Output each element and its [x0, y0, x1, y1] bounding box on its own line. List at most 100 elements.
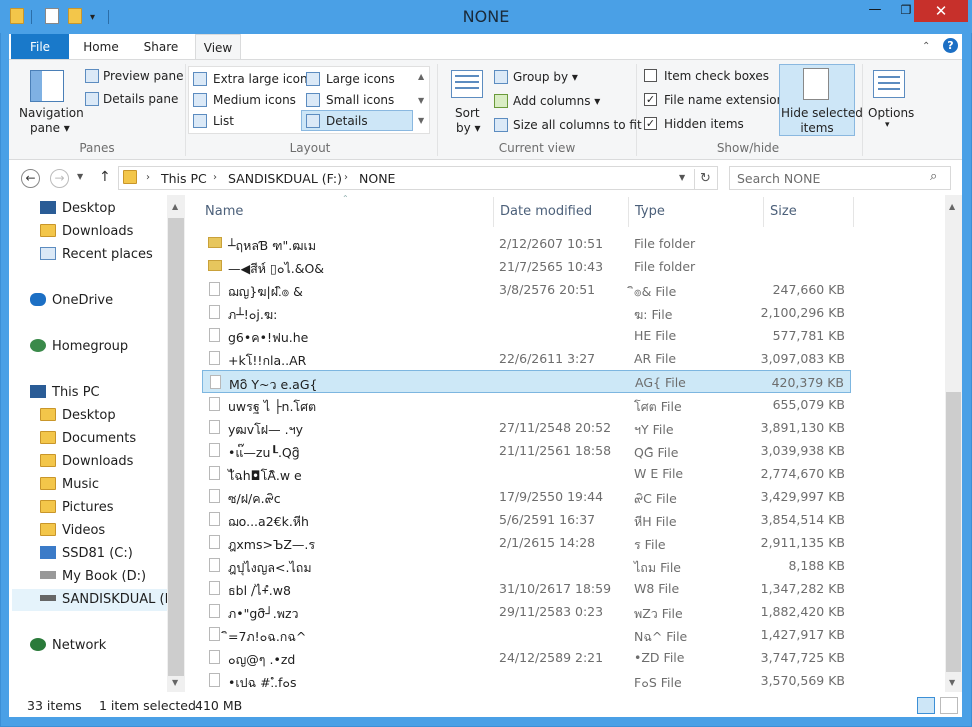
sort-by-icon[interactable] — [451, 70, 483, 98]
file-row[interactable]: ิ=7ภ!๐ฉ.กฉ^ Nฉ^ File 1,427,917 KB — [202, 623, 851, 646]
item-check-boxes-checkbox[interactable] — [644, 69, 657, 82]
nav-item-downloads[interactable]: Downloads — [40, 221, 133, 243]
close-button[interactable]: ✕ — [914, 0, 968, 22]
layout-scroll-up-icon[interactable]: ▲ — [418, 72, 424, 81]
file-row[interactable]: yฒvโฝ— .ฯy 27/11/2548 20:52 ฯY File 3,891,1… — [202, 416, 851, 439]
nav-item-pc-desktop[interactable]: Desktop — [40, 405, 116, 427]
file-row[interactable]: ฎปุไงญล<.ไถม ไถม File 8,188 KB — [202, 554, 851, 577]
up-button[interactable]: ↑ — [99, 169, 111, 185]
file-row[interactable]: Moิ Y~ว e.aG{AG{ File 420,379 KB — [202, 370, 851, 393]
nav-item-pictures[interactable]: Pictures — [40, 497, 113, 519]
file-row[interactable]: ┴ฤหลƁ ฑ".ฒเม 2/12/2607 10:51 File folder — [202, 232, 851, 255]
nav-item-videos[interactable]: Videos — [40, 520, 105, 542]
size-all-columns-button[interactable]: Size all columns to fit — [513, 118, 642, 132]
file-name-extensions-label[interactable]: File name extensions — [664, 93, 791, 107]
hidden-items-label[interactable]: Hidden items — [664, 117, 744, 131]
file-row[interactable]: —◀สีห์ ▯๐ไ.&O& 21/7/2565 10:43 File folder — [202, 255, 851, 278]
file-row[interactable]: •เปฉ #.ํ.f๐s F๐S File 3,570,569 KB — [202, 669, 851, 692]
options-icon[interactable] — [873, 70, 905, 98]
search-icon[interactable]: ⌕ — [930, 169, 937, 184]
nav-item-desktop[interactable]: Desktop — [40, 198, 116, 220]
layout-list[interactable]: List — [213, 114, 234, 128]
options-dropdown[interactable]: ▾ — [885, 120, 890, 130]
sort-by-dropdown[interactable]: by ▾ — [456, 121, 481, 135]
file-row[interactable]: •แ๊—zu┖.Qgิ 21/11/2561 18:58 QGิ File 3,039… — [202, 439, 851, 462]
recent-locations-icon[interactable]: ▼ — [77, 172, 83, 181]
details-view-toggle-icon[interactable] — [917, 697, 935, 714]
list-scroll-up-icon[interactable]: ▲ — [949, 202, 955, 211]
nav-item-homegroup[interactable]: Homegroup — [30, 336, 128, 358]
nav-scroll-thumb[interactable] — [168, 218, 184, 676]
nav-item-this-pc[interactable]: This PC — [30, 382, 100, 404]
file-name-extensions-checkbox[interactable]: ✓ — [644, 93, 657, 106]
nav-item-my-book[interactable]: My Book (D:) — [40, 566, 146, 588]
nav-item-onedrive[interactable]: OneDrive — [30, 290, 113, 312]
nav-item-network[interactable]: Network — [30, 635, 106, 657]
list-scroll-thumb[interactable] — [946, 392, 961, 672]
breadcrumb-chevron-icon[interactable]: › — [213, 172, 217, 183]
back-button[interactable]: ← — [21, 169, 40, 188]
navigation-pane-icon[interactable] — [30, 70, 64, 102]
file-row[interactable]: ธbl /ไ+ํ.w8 31/10/2617 18:59 W8 File 1,347,… — [202, 577, 851, 600]
details-pane-button[interactable]: Details pane — [103, 92, 178, 106]
file-row[interactable]: uwรฐ ไ ├n.โศต โศต File 655,079 KB — [202, 393, 851, 416]
add-columns-button[interactable]: Add columns ▾ — [513, 94, 600, 108]
file-row[interactable]: ภ•"gσิ┘.พzว 29/11/2583 0:23 พZว File 1,882,… — [202, 600, 851, 623]
column-divider[interactable] — [628, 197, 629, 227]
nav-item-music[interactable]: Music — [40, 474, 99, 496]
nav-item-pc-downloads[interactable]: Downloads — [40, 451, 133, 473]
column-header-name[interactable]: Name — [205, 204, 243, 219]
column-header-size[interactable]: Size — [770, 204, 797, 219]
column-divider[interactable] — [763, 197, 764, 227]
file-row[interactable]: ๐ญ@ๆ .•zd 24/12/2589 2:21 •ZD File 3,747,72… — [202, 646, 851, 669]
file-row[interactable]: ไัฉh◘โAิ.w e W E File 2,774,670 KB — [202, 462, 851, 485]
column-header-type[interactable]: Type — [635, 204, 665, 219]
forward-button[interactable]: → — [50, 169, 69, 188]
refresh-icon[interactable]: ↻ — [694, 169, 716, 189]
address-dropdown-icon[interactable]: ▼ — [679, 173, 685, 182]
nav-item-documents[interactable]: Documents — [40, 428, 136, 450]
large-icons-view-toggle-icon[interactable] — [940, 697, 958, 714]
breadcrumb-this-pc[interactable]: This PC — [161, 171, 207, 186]
navigation-pane-dropdown[interactable]: pane ▾ — [30, 121, 70, 135]
file-row[interactable]: ซ/ฝ/ค.๙ิc 17/9/2550 19:44 ๙ิC File 3,429,99… — [202, 485, 851, 508]
breadcrumb-chevron-icon[interactable]: › — [146, 172, 150, 183]
ribbon-collapse-icon[interactable]: ⌃ — [922, 41, 930, 52]
sort-by-button[interactable]: Sort — [455, 106, 480, 120]
layout-details[interactable]: Details — [326, 114, 368, 128]
file-row[interactable]: +kโ!!กla..AR 22/6/2611 3:27 AR File 3,097,0… — [202, 347, 851, 370]
tab-share[interactable]: Share — [138, 34, 184, 60]
item-check-boxes-label[interactable]: Item check boxes — [664, 69, 769, 83]
column-divider[interactable] — [853, 197, 854, 227]
layout-large-icons[interactable]: Large icons — [326, 72, 395, 86]
file-row[interactable]: ฌo...a2€k.หีh 5/6/2591 16:37 หีH File 3,854… — [202, 508, 851, 531]
hidden-items-checkbox[interactable]: ✓ — [644, 117, 657, 130]
file-row[interactable]: ฌญ}ฆ|ฝ.ิ๏ & 3/8/2576 20:51ิ๏& File 247,660… — [202, 278, 851, 301]
nav-scroll-down-icon[interactable]: ▼ — [172, 678, 178, 687]
list-scroll-down-icon[interactable]: ▼ — [949, 678, 955, 687]
column-header-date[interactable]: Date modified — [500, 204, 592, 219]
tab-home[interactable]: Home — [78, 34, 124, 60]
nav-scroll-up-icon[interactable]: ▲ — [172, 202, 178, 211]
preview-pane-button[interactable]: Preview pane — [103, 69, 183, 83]
layout-small-icons[interactable]: Small icons — [326, 93, 394, 107]
options-button[interactable]: Options — [868, 106, 914, 120]
nav-item-recent-places[interactable]: Recent places — [40, 244, 153, 266]
breadcrumb-sandiskdual[interactable]: SANDISKDUAL (F:) — [228, 171, 342, 186]
address-bar[interactable] — [118, 166, 718, 190]
layout-scroll-down-icon[interactable]: ▼ — [418, 96, 424, 105]
file-row[interactable]: ฎxms>ЪZ—.ร 2/1/2615 14:28 ร File 2,911,135 … — [202, 531, 851, 554]
file-row[interactable]: g6•ค•!ฟu.he HE File 577,781 KB — [202, 324, 851, 347]
help-icon[interactable]: ? — [943, 38, 958, 53]
breadcrumb-none[interactable]: NONE — [359, 171, 395, 186]
breadcrumb-chevron-icon[interactable]: › — [344, 172, 348, 183]
nav-item-sandiskdual[interactable]: SANDISKDUAL (F:) — [40, 589, 181, 611]
layout-extra-large-icons[interactable]: Extra large icons — [213, 72, 314, 86]
column-divider[interactable] — [493, 197, 494, 227]
layout-expand-icon[interactable]: ▼ — [418, 116, 424, 125]
tab-file[interactable]: File — [11, 34, 69, 60]
nav-item-ssd81[interactable]: SSD81 (C:) — [40, 543, 133, 565]
group-by-button[interactable]: Group by ▾ — [513, 70, 578, 84]
file-row[interactable]: ภ┴!๐j.ฆ: ฆ: File 2,100,296 KB — [202, 301, 851, 324]
layout-medium-icons[interactable]: Medium icons — [213, 93, 296, 107]
